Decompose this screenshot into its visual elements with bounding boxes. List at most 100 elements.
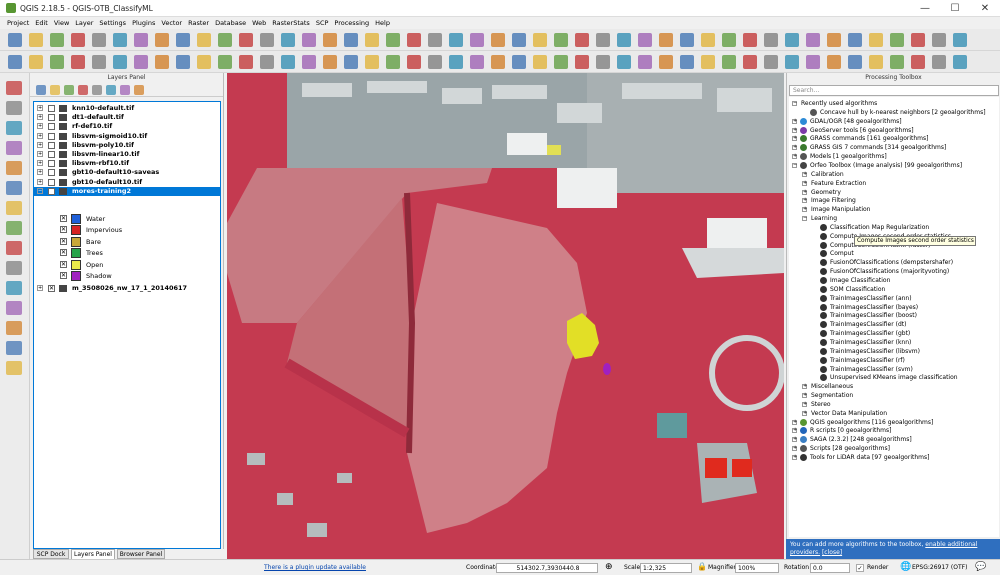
layer-row[interactable]: − ✕ mores-training2 — [34, 186, 220, 196]
class-visibility-checkbox[interactable]: ✕ — [60, 260, 67, 268]
expand-toggle-icon[interactable]: − — [792, 162, 797, 168]
main-tool-17-icon[interactable] — [344, 33, 358, 47]
edit-tool-13-icon[interactable] — [260, 55, 274, 69]
expand-toggle-icon[interactable]: + — [802, 384, 807, 390]
main-tool-20-icon[interactable] — [407, 33, 421, 47]
maximize-button[interactable]: ☐ — [940, 0, 970, 17]
layer-row[interactable]: + libsvm-sigmoid10.tif — [34, 132, 220, 141]
edit-tool-3-icon[interactable] — [50, 55, 64, 69]
class-visibility-checkbox[interactable]: ✕ — [60, 237, 67, 245]
layer-panel-tool-2-icon[interactable] — [50, 85, 60, 95]
edit-tool-5-icon[interactable] — [92, 55, 106, 69]
main-tool-23-icon[interactable] — [470, 33, 484, 47]
edit-tool-40-icon[interactable] — [827, 55, 841, 69]
menu-plugins[interactable]: Plugins — [129, 19, 158, 27]
plugin-update-link[interactable]: There is a plugin update available — [264, 564, 366, 572]
main-tool-40-icon[interactable] — [827, 33, 841, 47]
main-tool-31-icon[interactable] — [638, 33, 652, 47]
add-layer-tool-6-icon[interactable] — [6, 181, 22, 195]
expand-toggle-icon[interactable]: + — [802, 171, 807, 177]
magnifier-field[interactable]: 100% — [735, 563, 779, 573]
menu-settings[interactable]: Settings — [96, 19, 129, 27]
edit-tool-46-icon[interactable] — [953, 55, 967, 69]
main-tool-44-icon[interactable] — [911, 33, 925, 47]
expand-toggle-icon[interactable]: + — [792, 428, 797, 434]
layer-visibility-checkbox[interactable] — [48, 151, 55, 158]
edit-tool-41-icon[interactable] — [848, 55, 862, 69]
edit-tool-42-icon[interactable] — [869, 55, 883, 69]
edit-tool-11-icon[interactable] — [218, 55, 232, 69]
layer-visibility-checkbox[interactable] — [48, 141, 55, 149]
main-tool-43-icon[interactable] — [890, 33, 904, 47]
add-layer-tool-1-icon[interactable] — [6, 81, 22, 95]
edit-tool-31-icon[interactable] — [638, 55, 652, 69]
edit-tool-14-icon[interactable] — [281, 55, 295, 69]
main-tool-6-icon[interactable] — [113, 33, 127, 47]
edit-tool-16-icon[interactable] — [323, 55, 337, 69]
edit-tool-29-icon[interactable] — [596, 55, 610, 69]
edit-tool-36-icon[interactable] — [743, 55, 757, 69]
edit-tool-7-icon[interactable] — [134, 55, 148, 69]
edit-tool-19-icon[interactable] — [386, 55, 400, 69]
main-tool-35-icon[interactable] — [722, 33, 736, 47]
edit-tool-9-icon[interactable] — [176, 55, 190, 69]
map-canvas[interactable] — [227, 73, 784, 559]
add-layer-tool-2-icon[interactable] — [6, 101, 22, 115]
layer-panel-tool-4-icon[interactable] — [78, 85, 88, 95]
scale-field[interactable]: 1:2,325 — [640, 563, 692, 573]
main-tool-5-icon[interactable] — [92, 33, 106, 47]
coordinate-field[interactable]: 514302.7,3930440.8 — [496, 563, 598, 573]
menu-database[interactable]: Database — [212, 19, 249, 27]
layer-row[interactable]: + libsvm-poly10.tif — [34, 141, 220, 150]
menu-vector[interactable]: Vector — [158, 19, 185, 27]
expand-toggle-icon[interactable]: + — [37, 123, 43, 130]
main-tool-10-icon[interactable] — [197, 33, 211, 47]
layer-visibility-checkbox[interactable] — [48, 123, 55, 131]
messages-icon[interactable]: 💬 — [975, 563, 986, 572]
expand-toggle-icon[interactable]: + — [37, 105, 43, 111]
main-tool-7-icon[interactable] — [134, 33, 148, 47]
main-tool-42-icon[interactable] — [869, 33, 883, 47]
layer-visibility-checkbox[interactable] — [48, 105, 55, 112]
edit-tool-23-icon[interactable] — [470, 55, 484, 69]
add-layer-tool-13-icon[interactable] — [6, 321, 22, 335]
menu-edit[interactable]: Edit — [32, 19, 51, 27]
layer-visibility-checkbox[interactable]: ✕ — [48, 187, 55, 195]
expand-toggle-icon[interactable]: + — [792, 145, 797, 151]
algorithm-tree[interactable]: − Recently used algorithms Concave hull by… — [789, 97, 999, 537]
main-tool-46-icon[interactable] — [953, 33, 967, 47]
crs-label[interactable]: EPSG:26917 (OTF) — [912, 564, 967, 572]
layer-panel-tool-6-icon[interactable] — [106, 85, 116, 95]
expand-toggle-icon[interactable]: + — [37, 169, 43, 176]
main-tool-22-icon[interactable] — [449, 33, 463, 47]
menu-view[interactable]: View — [51, 19, 72, 27]
main-tool-39-icon[interactable] — [806, 33, 820, 47]
edit-tool-27-icon[interactable] — [554, 55, 568, 69]
add-layer-tool-11-icon[interactable] — [6, 281, 22, 295]
main-tool-15-icon[interactable] — [302, 33, 316, 47]
expand-toggle-icon[interactable]: + — [792, 127, 797, 133]
expand-toggle-icon[interactable]: + — [792, 455, 797, 460]
main-tool-36-icon[interactable] — [743, 33, 757, 47]
expand-toggle-icon[interactable]: + — [792, 446, 797, 452]
edit-tool-43-icon[interactable] — [890, 55, 904, 69]
expand-toggle-icon[interactable]: + — [792, 437, 797, 443]
edit-tool-6-icon[interactable] — [113, 55, 127, 69]
add-layer-tool-5-icon[interactable] — [6, 161, 22, 175]
edit-tool-34-icon[interactable] — [701, 55, 715, 69]
layer-row[interactable]: + libsvm-rbf10.tif — [34, 159, 220, 168]
menu-project[interactable]: Project — [4, 19, 32, 27]
main-tool-24-icon[interactable] — [491, 33, 505, 47]
main-tool-19-icon[interactable] — [386, 33, 400, 47]
edit-tool-45-icon[interactable] — [932, 55, 946, 69]
menu-raster[interactable]: Raster — [185, 19, 212, 27]
layer-visibility-checkbox[interactable] — [48, 132, 55, 140]
minimize-button[interactable]: — — [910, 0, 940, 17]
layer-visibility-checkbox[interactable] — [48, 160, 55, 168]
main-tool-29-icon[interactable] — [596, 33, 610, 47]
layer-panel-tool-8-icon[interactable] — [134, 85, 144, 95]
extents-toggle-icon[interactable]: ⊕ — [605, 563, 613, 572]
main-tool-41-icon[interactable] — [848, 33, 862, 47]
main-tool-11-icon[interactable] — [218, 33, 232, 47]
toolbox-search-input[interactable]: Search... — [789, 85, 999, 96]
